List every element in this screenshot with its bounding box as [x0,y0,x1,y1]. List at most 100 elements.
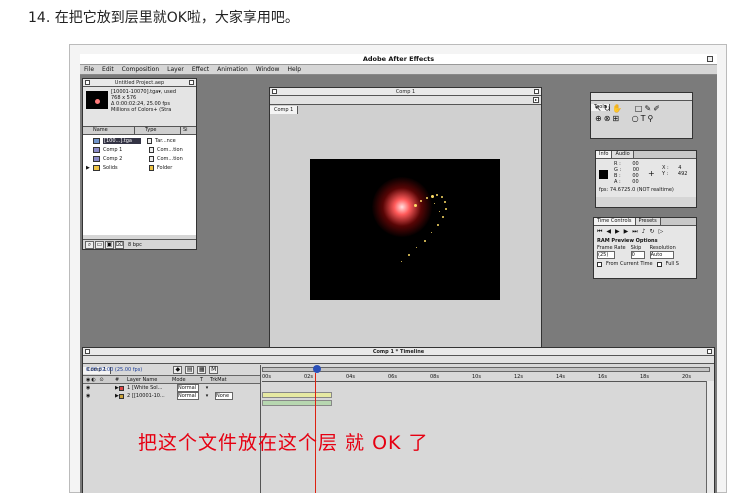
zoom-icon[interactable] [707,349,712,354]
app-title-bar: Adobe After Effects [80,54,717,65]
from-current-checkbox[interactable] [597,261,602,267]
trash-icon[interactable]: ⌧ [115,240,124,249]
tab-time-controls[interactable]: Time Controls [594,218,636,225]
timeline-title: Comp 1 * Timeline [372,349,425,355]
visibility-eye-icon[interactable]: ◉ [83,393,115,399]
time-ruler[interactable]: 00s 02s 04s 06s 08s 10s 12s 14s 16s 18s … [262,372,714,382]
tab-presets[interactable]: Presets [635,218,661,225]
trkmat-select[interactable]: None [215,392,233,400]
comp-window: Comp 1 Comp 1 ▸ [269,87,542,349]
menu-window[interactable]: Window [252,65,284,74]
puppet-tool-icon[interactable]: ⚲ [648,114,656,123]
composition-icon [93,155,100,162]
tab-info[interactable]: Info [596,151,613,158]
menu-composition[interactable]: Composition [118,65,163,74]
footage-icon [93,137,100,144]
folder-icon [92,164,100,171]
column-size[interactable]: Si [181,127,188,134]
audio-icon[interactable]: ♪ [642,228,650,235]
bit-depth[interactable]: 8 bpc [128,242,142,248]
comp-title-bar: Comp 1 [270,88,541,96]
zoom-tool-icon[interactable]: ⊕ [595,114,604,123]
close-icon[interactable] [272,89,277,94]
full-screen-checkbox[interactable] [656,261,662,267]
close-icon[interactable] [85,349,90,354]
layer-2-duration-bar[interactable] [262,400,332,406]
find-icon[interactable]: ⌕ [85,240,94,249]
orbit-tool-icon[interactable]: ⊞ [612,114,621,123]
expand-triangle-icon[interactable]: ▶ [86,165,90,171]
menu-file[interactable]: File [80,65,98,74]
zoom-icon[interactable] [189,80,194,85]
play-icon[interactable]: ▶ [615,228,624,235]
hand-tool-icon[interactable]: ✋ [612,104,624,113]
mode-select[interactable]: Normal [177,392,199,400]
tab-comp-1[interactable]: Comp 1 [270,106,299,114]
project-columns: Name Type Si [83,127,196,135]
project-footer: ⌕ ▭ ▣ ⌧ 8 bpc [83,239,196,249]
tab-audio[interactable]: Audio [612,151,634,158]
comp-marker-icon[interactable]: ◆ [173,366,183,374]
selection-tool-icon[interactable]: ↖ [595,104,604,113]
current-timecode[interactable]: 0:00:02:00 (25.00 fps) [86,367,142,373]
after-effects-screenshot: Adobe After Effects File Edit Compositio… [80,54,717,493]
ram-preview-label: RAM Preview Options [597,238,658,244]
next-frame-icon[interactable]: ▶ [624,228,633,235]
prev-frame-icon[interactable]: ◀ [606,228,615,235]
particle-glow [372,177,432,237]
menu-edit[interactable]: Edit [98,65,118,74]
project-window: Untitled Project.aep [10001-10070].tga▾,… [82,78,197,250]
project-title-bar: Untitled Project.aep [83,79,196,87]
timeline-scrollbar[interactable] [706,381,714,493]
window-zoom-icon[interactable] [707,56,713,62]
tools-tab-bar: Tools [591,93,692,111]
crosshair-icon: + [648,169,655,178]
skip-field[interactable]: 0 [630,251,645,259]
layer-columns: ◉◐ ⊙ # Layer Name Mode T TrkMat [83,375,260,384]
menu-layer[interactable]: Layer [163,65,188,74]
table-row[interactable]: ◉ ▶ 2 [[10001-10... Normal ▾ None [83,392,260,400]
list-item[interactable]: ▶ Solids Folder [83,163,196,172]
last-frame-icon[interactable]: ⏭ [632,228,641,235]
menu-animation[interactable]: Animation [213,65,252,74]
motion-blur-icon[interactable]: M [209,366,219,374]
close-icon[interactable] [85,80,90,85]
ellipse-tool-icon[interactable]: ○ [632,114,641,123]
first-frame-icon[interactable]: ⏮ [597,228,606,235]
visibility-eye-icon[interactable]: ◉ [83,385,115,391]
column-name[interactable]: Name [83,127,135,134]
comp-title: Comp 1 [395,89,416,95]
composition-icon [93,146,100,153]
watermark: AE交流区吧 [www.lineeg.com/tieba/1801] [420,469,644,482]
column-type[interactable]: Type [135,127,181,134]
label-color-icon[interactable] [119,393,124,399]
label-color-icon[interactable] [119,385,124,391]
project-info-text: [10001-10070].tga▾, used 768 x 576 Δ 0:0… [111,89,177,113]
layer-1-duration-bar[interactable] [262,392,332,398]
brush-tool-icon[interactable]: ✐ [653,104,662,113]
comp-canvas[interactable] [310,159,500,300]
frame-blend-icon[interactable]: ▦ [197,366,207,374]
fps-readout: fps: 74.6725.0 (NOT realtime) [599,187,674,193]
text-tool-icon[interactable]: T [641,114,648,123]
pen-tool-icon[interactable]: ✎ [644,104,653,113]
list-item[interactable]: [100...].tga Tar...nce [83,136,196,145]
info-tab-bar: Info Audio [596,151,696,159]
mode-select[interactable]: Normal [177,384,199,392]
draft-3d-icon[interactable]: ▤ [185,366,195,374]
ram-preview-icon[interactable]: ▷ [659,228,668,235]
step-heading: 14. 在把它放到层里就OK啦，大家享用吧。 [28,10,299,26]
new-comp-icon[interactable]: ▣ [105,240,114,249]
comp-menu-arrow-icon[interactable]: ▸ [533,97,539,103]
list-item[interactable]: Comp 1 Com...tion [83,145,196,154]
table-row[interactable]: ◉ ▶ 1 [White Sol... Normal ▾ [83,384,260,392]
list-item[interactable]: Comp 2 Com...tion [83,154,196,163]
menu-effect[interactable]: Effect [188,65,213,74]
menu-help[interactable]: Help [283,65,305,74]
resolution-select[interactable]: Auto [649,251,674,259]
loop-icon[interactable]: ↻ [650,228,659,235]
zoom-icon[interactable] [534,89,539,94]
new-folder-icon[interactable]: ▭ [95,240,104,249]
info-palette: Info Audio R : 00 G : 00 B : 00 A : 00 +… [595,150,697,208]
frame-rate-select[interactable]: (25) [597,251,615,259]
